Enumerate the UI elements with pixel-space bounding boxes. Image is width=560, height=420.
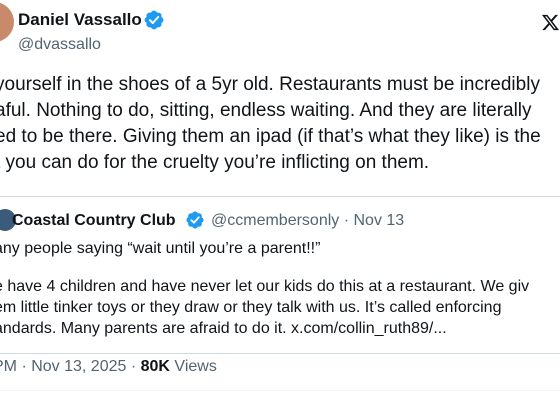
quoted-author-handle: @ccmembersonly · Nov 13 (211, 212, 405, 229)
divider (0, 390, 560, 391)
tweet-card: Daniel Vassallo @dvassallo yourself in t… (0, 0, 560, 420)
quoted-text-line: any people saying “wait until you’re a p… (0, 240, 321, 257)
quoted-text-line: andards. Many parents are afraid to do i… (0, 320, 447, 337)
post-text-line: ed to be there. Giving them an ipad (if … (0, 126, 541, 147)
author-avatar[interactable] (0, 2, 14, 42)
views-label: Views (169, 358, 217, 375)
author-name[interactable]: Daniel Vassallo (18, 10, 142, 30)
quoted-text-line: em little tinker toys or they draw or th… (0, 299, 502, 316)
post-text-line: aful. Nothing to do, sitting, endless wa… (0, 100, 532, 121)
verified-badge-icon (144, 10, 164, 30)
views-count: 80K (140, 358, 170, 375)
quoted-text-line: e have 4 children and have never let our… (0, 278, 530, 295)
author-handle[interactable]: @dvassallo (18, 36, 101, 54)
post-text-line: yourself in the shoes of a 5yr old. Rest… (0, 74, 540, 95)
x-logo-icon[interactable] (541, 13, 560, 32)
quoted-author-name: Coastal Country Club (12, 212, 176, 229)
verified-badge-icon (186, 211, 204, 229)
post-timestamp[interactable]: PM · Nov 13, 2025 · (0, 358, 141, 375)
post-text-line: t you can do for the cruelty you’re infl… (0, 152, 430, 173)
post-text: yourself in the shoes of a 5yr old. Rest… (0, 72, 560, 176)
quoted-post-text: any people saying “wait until you’re a p… (0, 238, 560, 339)
quoted-text-line (0, 259, 560, 276)
post-meta: PM · Nov 13, 2025 · 80K Views (0, 358, 217, 376)
